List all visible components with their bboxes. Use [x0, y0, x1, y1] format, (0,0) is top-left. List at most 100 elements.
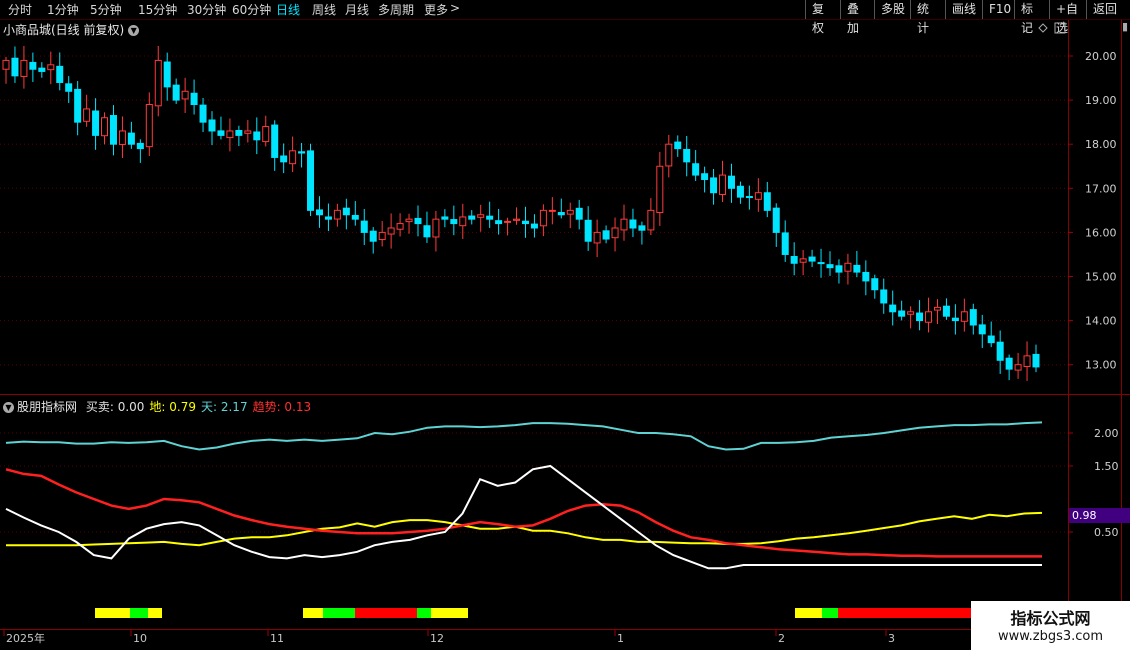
toolbar-button-1[interactable]: 叠加	[840, 0, 875, 35]
signal-bar	[148, 608, 162, 618]
indicator-field-2: 天: 2.17	[201, 400, 248, 414]
period-tab-4[interactable]: 30分钟	[187, 1, 226, 18]
period-tab-2[interactable]: 5分钟	[90, 1, 122, 18]
candle-body	[889, 304, 897, 313]
signal-bar	[95, 608, 130, 618]
candle-body	[835, 265, 843, 273]
candle-body	[244, 130, 252, 134]
toolbar-button-5[interactable]: F10	[982, 0, 1015, 19]
candle-body	[907, 311, 915, 315]
candle-body	[262, 126, 270, 143]
candle-body	[74, 88, 82, 123]
candle-body	[217, 130, 225, 136]
trend-line	[5, 468, 1042, 558]
candle-body	[548, 209, 556, 212]
candle-body	[701, 173, 709, 180]
candle-body	[118, 130, 126, 145]
period-tab-7[interactable]: 周线	[312, 1, 336, 18]
candle-body	[315, 209, 323, 216]
candle-body	[92, 110, 100, 136]
candle-body	[781, 232, 789, 255]
toolbar-button-6[interactable]: 标记	[1014, 0, 1050, 35]
candle-body	[602, 230, 610, 240]
candle-body	[817, 262, 825, 265]
candle-body	[468, 215, 476, 220]
candle-body	[530, 223, 538, 229]
signal-bar	[838, 608, 971, 618]
date-label: 12	[430, 632, 444, 645]
period-tab-3[interactable]: 15分钟	[138, 1, 177, 18]
chevron-down-icon[interactable]: ▼	[128, 25, 140, 36]
side-panel-edge: ▮	[1122, 20, 1129, 33]
period-tab-0[interactable]: 分时	[8, 1, 32, 18]
candle-body	[307, 150, 315, 211]
candle-body	[593, 231, 601, 244]
period-tab-8[interactable]: 月线	[345, 1, 369, 18]
period-tab-10[interactable]: 更多	[424, 1, 448, 18]
candle-body	[862, 271, 870, 282]
di-line	[6, 511, 1043, 547]
candle-body	[916, 312, 924, 322]
candle-body	[271, 124, 279, 158]
candle-body	[898, 310, 906, 317]
candle-body	[1005, 357, 1013, 370]
more-arrow-icon[interactable]: >	[450, 1, 460, 15]
candle-body	[109, 115, 117, 145]
candle-body	[172, 84, 180, 101]
candle-body	[289, 150, 297, 165]
toolbar-button-3[interactable]: 统计	[910, 0, 946, 35]
candle-body	[620, 218, 628, 231]
candle-body	[1032, 353, 1040, 368]
candle-body	[871, 278, 879, 291]
date-label: 11	[270, 632, 284, 645]
candle-body	[665, 143, 673, 167]
signal-bar	[417, 608, 431, 618]
candle-body	[674, 141, 682, 150]
candle-body	[853, 264, 861, 273]
candle-body	[29, 61, 37, 70]
price-axis-label: 15.00	[1085, 271, 1117, 284]
signal-bar	[822, 608, 838, 618]
indicator-field-3: 趋势: 0.13	[252, 400, 312, 414]
period-tab-6[interactable]: 日线	[276, 1, 300, 18]
indicator-axis-label: 1.50	[1094, 460, 1119, 473]
candle-body	[557, 212, 565, 216]
candle-body	[163, 61, 171, 88]
stock-title[interactable]: 小商品城(日线 前复权) ▼	[3, 21, 140, 38]
period-tab-1[interactable]: 1分钟	[47, 1, 79, 18]
candle-body	[495, 220, 503, 225]
watermark-title: 指标公式网	[1010, 609, 1091, 628]
watermark: 指标公式网 www.zbgs3.com	[971, 601, 1130, 650]
candle-body	[584, 219, 592, 242]
candle-body	[826, 264, 834, 269]
candle-body	[11, 57, 19, 77]
indicator-field-0: 买卖: 0.00	[85, 400, 145, 414]
price-axis-label: 17.00	[1085, 182, 1117, 195]
indicator-header: ▼ 股朋指标网 买卖: 0.00 地: 0.79 天: 2.17 趋势: 0.13	[3, 398, 321, 415]
indicator-value-tag: 0.98	[1069, 508, 1130, 523]
candle-body	[378, 231, 386, 241]
candle-body	[2, 59, 10, 70]
toolbar-button-0[interactable]: 复权	[805, 0, 841, 35]
candle-body	[208, 119, 216, 132]
candle-body	[575, 207, 583, 220]
price-axis-label: 19.00	[1085, 94, 1117, 107]
toolbar-button-8[interactable]: 返回	[1086, 0, 1130, 19]
candle-body	[405, 218, 413, 223]
toolbar-button-2[interactable]: 多股	[874, 0, 911, 19]
period-tab-9[interactable]: 多周期	[378, 1, 414, 18]
candle-body	[253, 131, 261, 141]
period-tab-5[interactable]: 60分钟	[232, 1, 271, 18]
chevron-down-icon[interactable]: ▼	[3, 402, 14, 413]
candle-body	[387, 227, 395, 235]
candle-body	[987, 335, 995, 344]
toolbar-button-7[interactable]: +自选	[1049, 0, 1087, 35]
signal-bar	[303, 608, 323, 618]
candle-body	[799, 258, 807, 263]
candle-body	[504, 220, 512, 223]
toolbar-button-4[interactable]: 画线	[945, 0, 983, 19]
candle-body	[127, 132, 135, 145]
candle-body	[423, 225, 431, 238]
candle-body	[925, 311, 933, 323]
candle-body	[951, 317, 959, 322]
